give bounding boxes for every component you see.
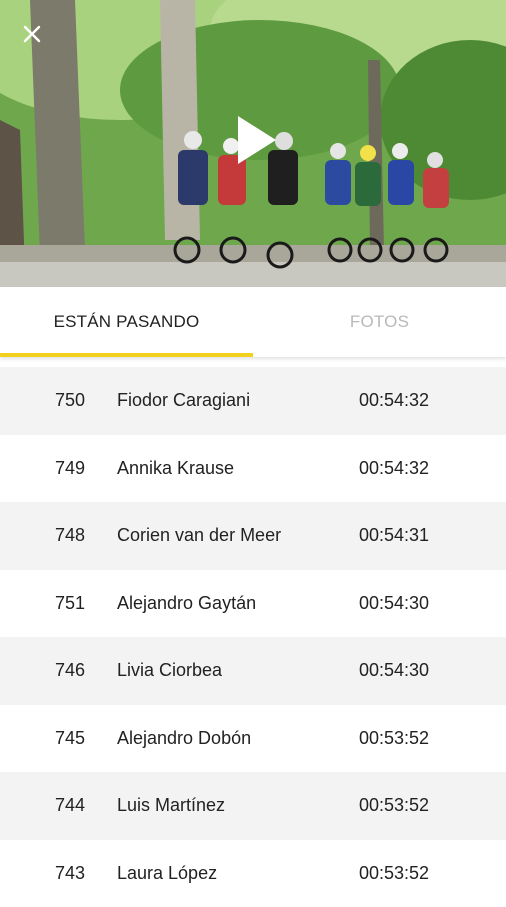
play-icon [232, 112, 280, 168]
athlete-name: Livia Ciorbea [117, 660, 359, 681]
athlete-name: Alejandro Gaytán [117, 593, 359, 614]
split-time: 00:54:32 [359, 458, 479, 479]
bib-number: 748 [0, 525, 117, 546]
athlete-name: Laura López [117, 863, 359, 884]
list-item[interactable]: 749 Annika Krause 00:54:32 [0, 435, 506, 503]
split-time: 00:54:30 [359, 660, 479, 681]
close-button[interactable] [22, 24, 50, 52]
split-time: 00:54:30 [359, 593, 479, 614]
split-time: 00:53:52 [359, 863, 479, 884]
split-time: 00:54:31 [359, 525, 479, 546]
bib-number: 750 [0, 390, 117, 411]
athlete-name: Alejandro Dobón [117, 728, 359, 749]
split-time: 00:53:52 [359, 728, 479, 749]
bib-number: 744 [0, 795, 117, 816]
tab-label: FOTOS [350, 312, 409, 332]
list-item[interactable]: 750 Fiodor Caragiani 00:54:32 [0, 367, 506, 435]
video-player[interactable] [0, 0, 506, 287]
athlete-name: Luis Martínez [117, 795, 359, 816]
list-item[interactable]: 748 Corien van der Meer 00:54:31 [0, 502, 506, 570]
athlete-name: Annika Krause [117, 458, 359, 479]
bib-number: 743 [0, 863, 117, 884]
split-time: 00:53:52 [359, 795, 479, 816]
list-item[interactable]: 743 Laura López 00:53:52 [0, 840, 506, 907]
list-item[interactable]: 744 Luis Martínez 00:53:52 [0, 772, 506, 840]
bib-number: 751 [0, 593, 117, 614]
tab-bar: ESTÁN PASANDO FOTOS [0, 287, 506, 357]
athlete-name: Corien van der Meer [117, 525, 359, 546]
passing-list: 750 Fiodor Caragiani 00:54:32 749 Annika… [0, 367, 506, 907]
tab-fotos[interactable]: FOTOS [253, 287, 506, 357]
list-item[interactable]: 746 Livia Ciorbea 00:54:30 [0, 637, 506, 705]
bib-number: 749 [0, 458, 117, 479]
close-icon [22, 24, 42, 44]
bib-number: 745 [0, 728, 117, 749]
split-time: 00:54:32 [359, 390, 479, 411]
list-item[interactable]: 745 Alejandro Dobón 00:53:52 [0, 705, 506, 773]
bib-number: 746 [0, 660, 117, 681]
list-item[interactable]: 751 Alejandro Gaytán 00:54:30 [0, 570, 506, 638]
tab-label: ESTÁN PASANDO [54, 312, 200, 332]
play-button[interactable] [232, 112, 280, 168]
tab-estan-pasando[interactable]: ESTÁN PASANDO [0, 287, 253, 357]
athlete-name: Fiodor Caragiani [117, 390, 359, 411]
